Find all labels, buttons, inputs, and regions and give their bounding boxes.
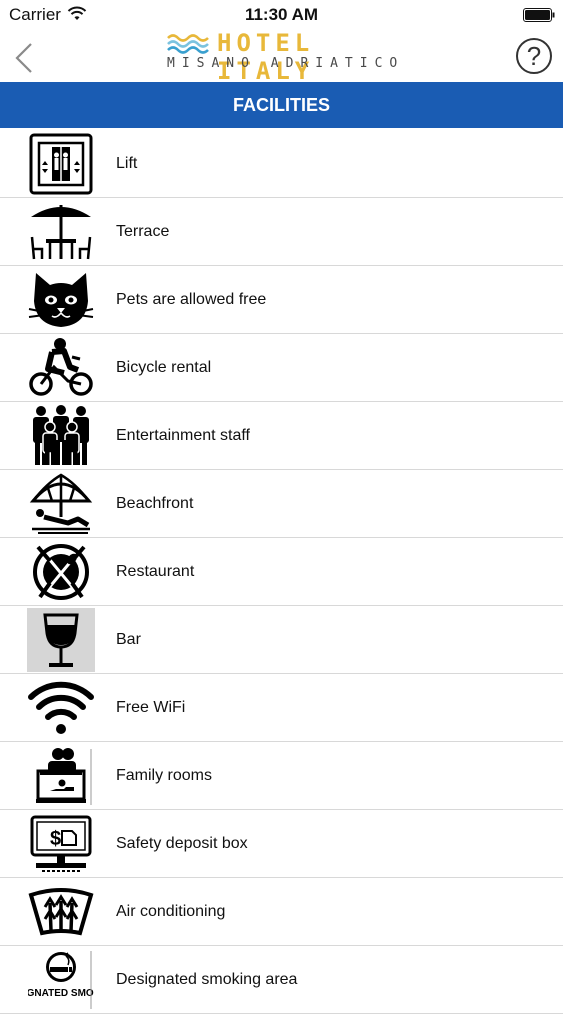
list-item[interactable]: DESIGNATED SMOKING Designated smoking ar… — [0, 946, 563, 1014]
safe-icon: $ — [27, 812, 95, 876]
facility-label: Family rooms — [116, 767, 213, 784]
list-item[interactable]: Beachfront — [0, 470, 563, 538]
wine-glass-icon — [27, 608, 95, 672]
navigation-bar: HOTEL ITALY MISANO ADRIATICO ? — [0, 29, 563, 85]
facility-label: Restaurant — [116, 563, 195, 580]
help-button[interactable]: ? — [516, 38, 552, 74]
section-header: FACILITIES — [0, 82, 563, 128]
status-bar: Carrier 11:30 AM — [0, 0, 563, 30]
list-item[interactable]: Terrace — [0, 198, 563, 266]
facility-list: Lift Terrace Pets are allowed free Bicyc… — [0, 130, 563, 1014]
battery-icon — [523, 8, 555, 22]
smoking-icon-text: DESIGNATED SMOKING — [28, 988, 94, 999]
facility-label: Entertainment staff — [116, 427, 250, 444]
list-item[interactable]: Lift — [0, 130, 563, 198]
facility-label: Bar — [116, 631, 141, 648]
staff-icon — [27, 404, 95, 468]
facility-label: Free WiFi — [116, 699, 186, 716]
facility-label: Pets are allowed free — [116, 291, 267, 308]
facility-label: Beachfront — [116, 495, 194, 512]
chevron-left-icon[interactable] — [12, 42, 36, 74]
list-item[interactable]: Air conditioning — [0, 878, 563, 946]
list-item[interactable]: $ Safety deposit box — [0, 810, 563, 878]
bicycle-icon — [27, 336, 95, 400]
facility-label: Lift — [116, 155, 138, 172]
facility-label: Designated smoking area — [116, 971, 298, 988]
restaurant-icon — [27, 540, 95, 604]
waves-icon — [167, 34, 209, 54]
list-item[interactable]: Family rooms — [0, 742, 563, 810]
logo-subtitle: MISANO ADRIATICO — [167, 56, 405, 71]
wifi-icon — [27, 676, 95, 740]
smoking-area-icon: DESIGNATED SMOKING — [27, 948, 95, 1012]
cat-icon — [27, 268, 95, 332]
family-icon — [27, 744, 95, 808]
list-item[interactable]: Bar — [0, 606, 563, 674]
lift-icon — [27, 132, 95, 196]
svg-text:$: $ — [50, 828, 61, 850]
list-item[interactable]: Restaurant — [0, 538, 563, 606]
beach-umbrella-icon — [27, 472, 95, 536]
list-item[interactable]: Pets are allowed free — [0, 266, 563, 334]
list-item[interactable]: Free WiFi — [0, 674, 563, 742]
list-item[interactable]: Bicycle rental — [0, 334, 563, 402]
hotel-logo: HOTEL ITALY MISANO ADRIATICO — [165, 29, 405, 85]
air-conditioning-icon — [27, 880, 95, 944]
facility-label: Air conditioning — [116, 903, 226, 920]
facility-label: Terrace — [116, 223, 170, 240]
terrace-icon — [27, 200, 95, 264]
facility-label: Safety deposit box — [116, 835, 248, 852]
facility-label: Bicycle rental — [116, 359, 212, 376]
list-item[interactable]: Entertainment staff — [0, 402, 563, 470]
clock: 11:30 AM — [244, 5, 319, 24]
question-icon: ? — [526, 41, 542, 71]
